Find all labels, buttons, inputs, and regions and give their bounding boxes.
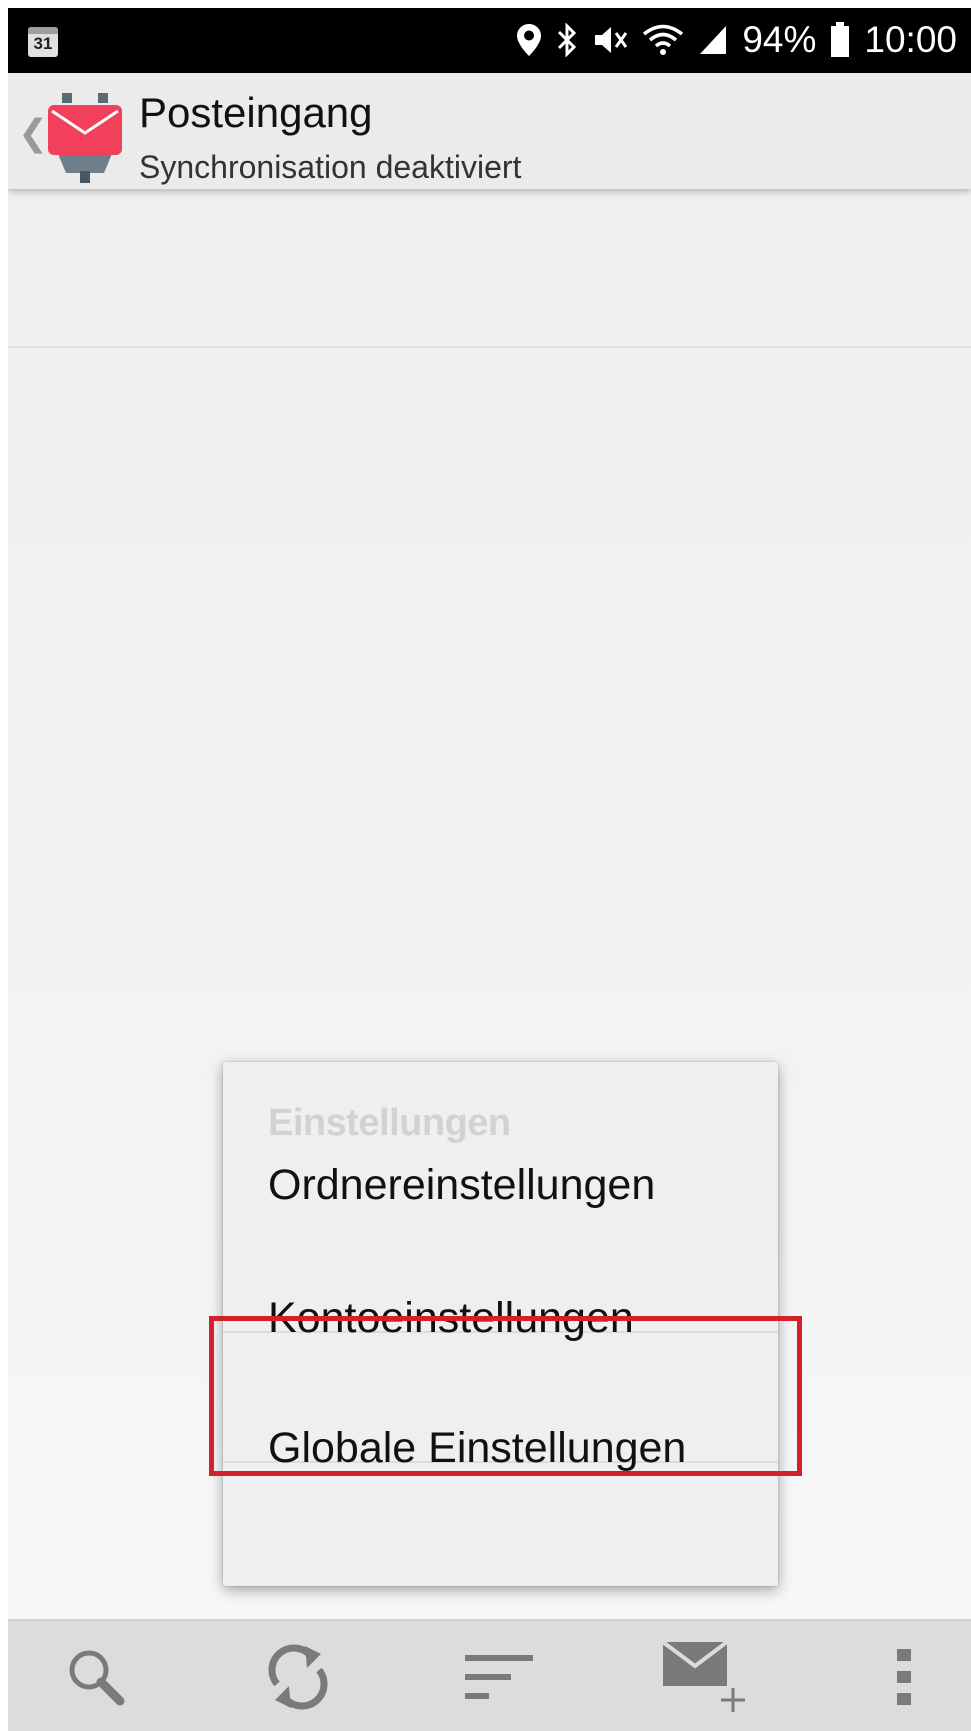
battery-icon (830, 22, 850, 58)
refresh-icon[interactable] (253, 1635, 343, 1719)
sync-status: Synchronisation deaktiviert (139, 149, 522, 185)
location-icon (516, 23, 542, 57)
status-bar: 31 94% 10:00 (8, 8, 971, 73)
bluetooth-icon (556, 23, 578, 57)
compose-icon[interactable] (659, 1635, 749, 1719)
list-divider (8, 346, 971, 348)
mute-icon (592, 23, 628, 57)
calendar-day: 31 (33, 34, 53, 53)
clock: 10:00 (864, 19, 957, 60)
screen: 31 94% 10:00 ❮ Posteingang Synchronisati… (8, 8, 971, 1731)
page-title: Posteingang (139, 89, 373, 136)
signal-icon (698, 24, 728, 56)
status-icons: 94% 10:00 (516, 18, 957, 62)
battery-percent: 94% (742, 19, 817, 60)
search-icon[interactable] (51, 1635, 141, 1719)
wifi-icon (642, 23, 684, 57)
calendar-icon: 31 (28, 27, 58, 57)
action-bar: ❮ Posteingang Synchronisation deaktivier… (8, 73, 971, 189)
highlight-box (209, 1316, 802, 1476)
sort-icon[interactable] (454, 1635, 544, 1719)
overflow-menu-icon[interactable] (859, 1635, 949, 1719)
menu-item-folder-settings[interactable]: Ordnereinstellungen (223, 1120, 778, 1250)
app-logo-icon[interactable] (42, 93, 128, 185)
bottom-toolbar (8, 1619, 971, 1731)
